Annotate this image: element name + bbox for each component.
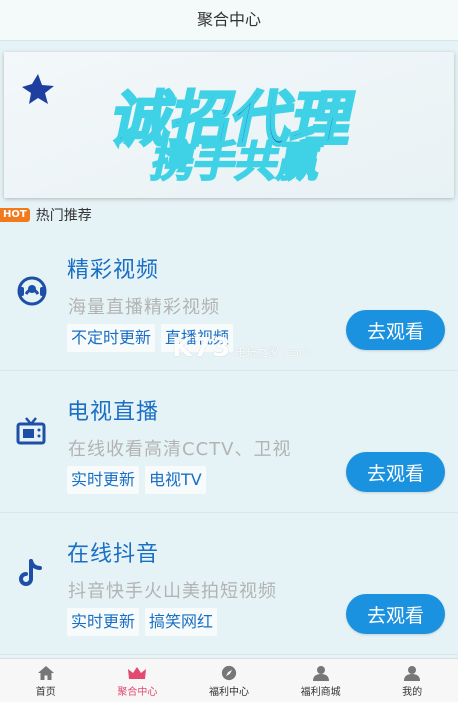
card-title: 在线抖音	[67, 542, 160, 567]
section-label: 热门推荐	[35, 208, 92, 224]
bottom-nav: 首页 聚合中心 福利中心 福利商城 我的	[0, 658, 458, 702]
nav-label: 首页	[35, 687, 56, 698]
banner-graphic: 诚招代理 携手共赢	[4, 52, 454, 198]
card-tags: 实时更新 搞笑网红	[67, 608, 218, 636]
watch-button[interactable]: 去观看	[346, 594, 445, 634]
nav-label: 聚合中心	[117, 687, 158, 698]
watch-button[interactable]: 去观看	[346, 310, 445, 350]
card-description: 海量直播精彩视频	[68, 297, 220, 318]
nav-label: 福利商城	[300, 687, 341, 698]
user-icon	[312, 666, 329, 681]
card-title: 电视直播	[67, 400, 160, 425]
home-icon	[37, 666, 54, 680]
card-tv-live[interactable]: 电视直播 在线收看高清CCTV、卫视 实时更新 电视TV 去观看	[0, 372, 458, 513]
crown-icon	[128, 667, 147, 679]
tag: 实时更新	[67, 608, 140, 636]
tv-icon	[16, 416, 46, 446]
page-title: 聚合中心	[196, 10, 261, 29]
tag: 直播视频	[161, 324, 234, 352]
tag: 实时更新	[67, 466, 140, 494]
nav-item-profile[interactable]: 我的	[366, 659, 458, 702]
nav-item-shop[interactable]: 福利商城	[275, 659, 367, 702]
nav-item-hub[interactable]: 聚合中心	[92, 659, 184, 702]
section-header: HOT 热门推荐	[0, 205, 92, 225]
nav-label: 我的	[402, 687, 423, 698]
tiktok-icon	[16, 558, 46, 590]
tag: 不定时更新	[67, 324, 156, 352]
tag: 搞笑网红	[145, 608, 218, 636]
card-tags: 不定时更新 直播视频	[67, 324, 234, 352]
top-bar: 聚合中心	[0, 0, 458, 41]
card-featured-video[interactable]: 精彩视频 海量直播精彩视频 不定时更新 直播视频 去观看	[0, 230, 458, 371]
card-description: 抖音快手火山美拍短视频	[68, 581, 277, 602]
video-headset-icon	[16, 274, 48, 308]
banner-line2: 携手共赢	[147, 138, 325, 186]
nav-item-home[interactable]: 首页	[0, 659, 92, 702]
compass-icon	[221, 665, 237, 681]
hot-badge: HOT	[0, 208, 30, 222]
card-tags: 实时更新 电视TV	[67, 466, 206, 494]
tag: 电视TV	[145, 466, 206, 494]
promo-banner[interactable]: 诚招代理 携手共赢	[4, 52, 454, 198]
nav-label: 福利中心	[208, 687, 249, 698]
user-icon	[404, 666, 421, 681]
card-description: 在线收看高清CCTV、卫视	[68, 439, 292, 460]
nav-item-welfare[interactable]: 福利中心	[183, 659, 275, 702]
watch-button[interactable]: 去观看	[346, 452, 445, 492]
card-douyin[interactable]: 在线抖音 抖音快手火山美拍短视频 实时更新 搞笑网红 去观看	[0, 514, 458, 655]
card-title: 精彩视频	[67, 258, 160, 283]
